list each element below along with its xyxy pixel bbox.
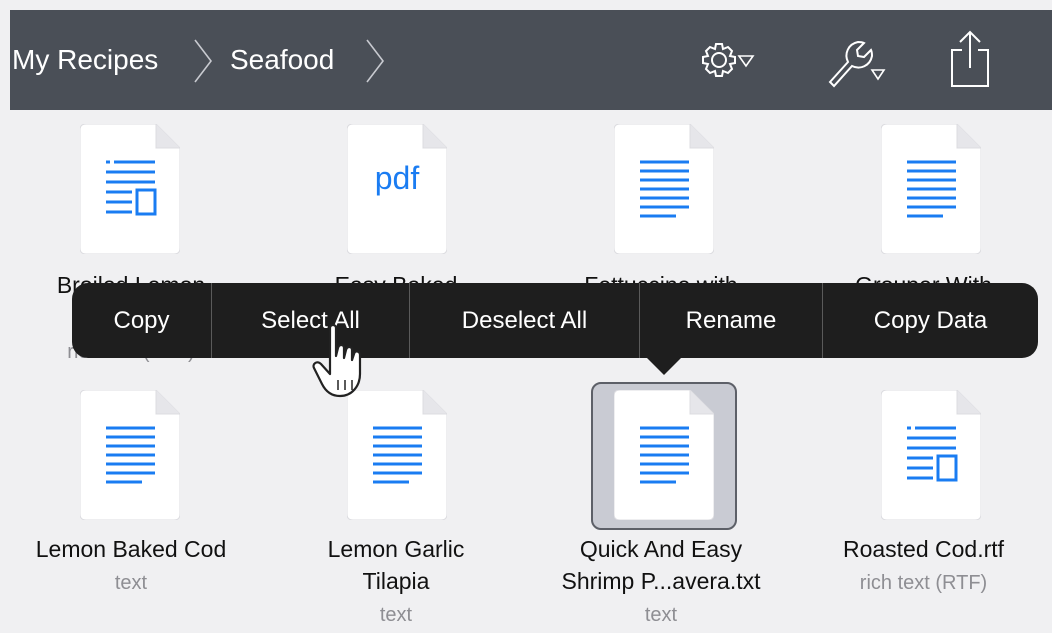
gear-dropdown-icon[interactable] bbox=[697, 38, 763, 84]
menu-item-rename[interactable]: Rename bbox=[640, 283, 823, 358]
breadcrumb-item-seafood[interactable]: Seafood bbox=[230, 10, 334, 110]
file-name: Lemon Baked Cod bbox=[35, 536, 227, 562]
text-doc-icon bbox=[614, 124, 714, 254]
file-name: Roasted Cod.rtf bbox=[842, 536, 1005, 562]
file-item-selected[interactable]: Quick And Easy Shrimp P...avera.txt text bbox=[530, 380, 792, 633]
breadcrumb-separator-icon bbox=[366, 39, 385, 83]
breadcrumb-item-my-recipes[interactable]: My Recipes bbox=[12, 10, 158, 110]
text-doc-icon bbox=[614, 390, 714, 520]
share-icon[interactable] bbox=[948, 28, 992, 90]
file-type: text bbox=[644, 604, 678, 626]
file-type: rich text (RTF) bbox=[859, 572, 988, 594]
context-menu-pointer bbox=[646, 357, 682, 375]
rich-text-doc-icon bbox=[80, 124, 180, 254]
file-type: text bbox=[379, 604, 413, 626]
rich-text-doc-icon bbox=[881, 390, 981, 520]
text-doc-icon bbox=[347, 390, 447, 520]
file-type: text bbox=[114, 572, 148, 594]
menu-item-deselect-all[interactable]: Deselect All bbox=[410, 283, 640, 358]
file-name-line-2: Shrimp P...avera.txt bbox=[561, 568, 761, 594]
file-name-line-1: Lemon Garlic bbox=[327, 536, 465, 562]
file-name-line-2: Tilapia bbox=[362, 568, 430, 594]
pdf-label: pdf bbox=[374, 160, 420, 196]
menu-item-copy[interactable]: Copy bbox=[72, 283, 212, 358]
text-doc-icon bbox=[80, 390, 180, 520]
breadcrumb-separator-icon bbox=[194, 39, 213, 83]
hand-cursor-icon bbox=[312, 323, 362, 398]
top-navigation-bar: My Recipes Seafood bbox=[10, 10, 1052, 110]
file-name-line-1: Quick And Easy bbox=[579, 536, 743, 562]
context-menu: Copy Select All Deselect All Rename Copy… bbox=[72, 283, 1038, 358]
file-item[interactable]: Lemon Baked Cod text bbox=[0, 380, 262, 633]
wrench-dropdown-icon[interactable] bbox=[822, 38, 892, 88]
text-doc-icon bbox=[881, 124, 981, 254]
file-item[interactable]: Roasted Cod.rtf rich text (RTF) bbox=[795, 380, 1052, 633]
menu-item-copy-data[interactable]: Copy Data bbox=[823, 283, 1038, 358]
file-item[interactable]: Lemon Garlic Tilapia text bbox=[265, 380, 527, 633]
menu-item-select-all[interactable]: Select All bbox=[212, 283, 410, 358]
